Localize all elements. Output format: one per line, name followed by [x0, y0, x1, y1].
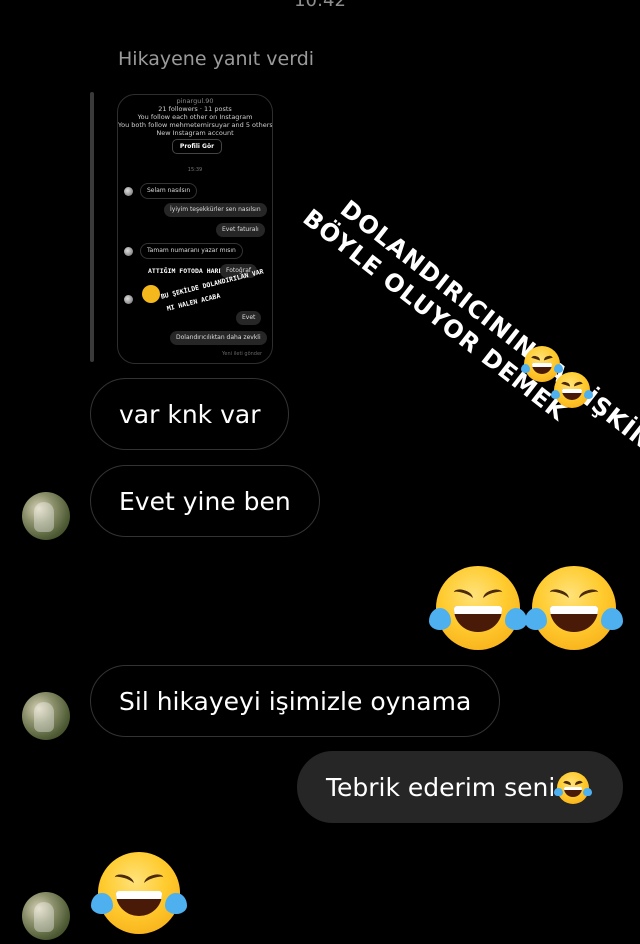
story-message: Dolandırıcılıktan daha zevkli: [170, 331, 267, 345]
story-mutual-1: You follow each other on Instagram: [137, 113, 253, 121]
story-avatar: [124, 247, 133, 256]
story-overlay-text: DOLANDIRICININDA PİŞKİNİ BÖYLE OLUYOR DE…: [278, 195, 640, 462]
story-message: Evet faturalı: [216, 223, 265, 237]
story-message: Evet: [236, 311, 262, 325]
story-reply-bar: [90, 92, 94, 362]
laughing-emoji-icon: [551, 372, 593, 408]
contact-avatar[interactable]: [22, 692, 70, 740]
story-time: 15:39: [187, 167, 203, 173]
story-message: Tamam numaranı yazar mısın: [140, 243, 243, 259]
laughing-emoji-icon: [521, 346, 563, 382]
laughing-emoji-icon[interactable]: [525, 566, 623, 650]
story-mutual-2: You both follow mehmetemirsuyar and 5 ot…: [118, 121, 273, 129]
story-new-account: New Instagram account: [156, 129, 234, 137]
laughing-emoji-icon[interactable]: [91, 852, 187, 934]
laughing-emoji-icon[interactable]: [429, 566, 527, 650]
received-message[interactable]: var knk var: [90, 378, 290, 450]
received-message[interactable]: Sil hikayeyi işimizle oynama: [90, 665, 501, 737]
story-footer: Yeni ileti gönder: [222, 351, 263, 357]
overlay-line-2: BÖYLE OLUYOR DEMEK: [297, 203, 573, 427]
contact-avatar[interactable]: [22, 492, 70, 540]
story-avatar: [124, 187, 133, 196]
story-reply-caption: Hikayene yanıt verdi: [118, 48, 315, 70]
story-stats: 21 followers · 11 posts: [158, 105, 232, 113]
overlay-line-1: DOLANDIRICININDA PİŞKİNİ: [335, 194, 640, 462]
status-time: 10:42: [294, 0, 346, 11]
story-preview[interactable]: pinargul.90 21 followers · 11 posts You …: [117, 94, 273, 364]
story-username: pinargul.90: [176, 97, 214, 105]
story-message: İyiyim teşekkürler sen nasılsın: [164, 203, 267, 217]
laughing-emoji-icon: [554, 772, 592, 804]
story-avatar: [124, 295, 133, 304]
sent-message-text: Tebrik ederim seni: [326, 773, 556, 802]
story-profile-button: Profili Gör: [172, 139, 222, 154]
received-message[interactable]: Evet yine ben: [90, 465, 320, 537]
thinking-emoji-icon: [142, 285, 160, 303]
contact-avatar[interactable]: [22, 892, 70, 940]
story-message: Selam nasılsın: [140, 183, 198, 199]
